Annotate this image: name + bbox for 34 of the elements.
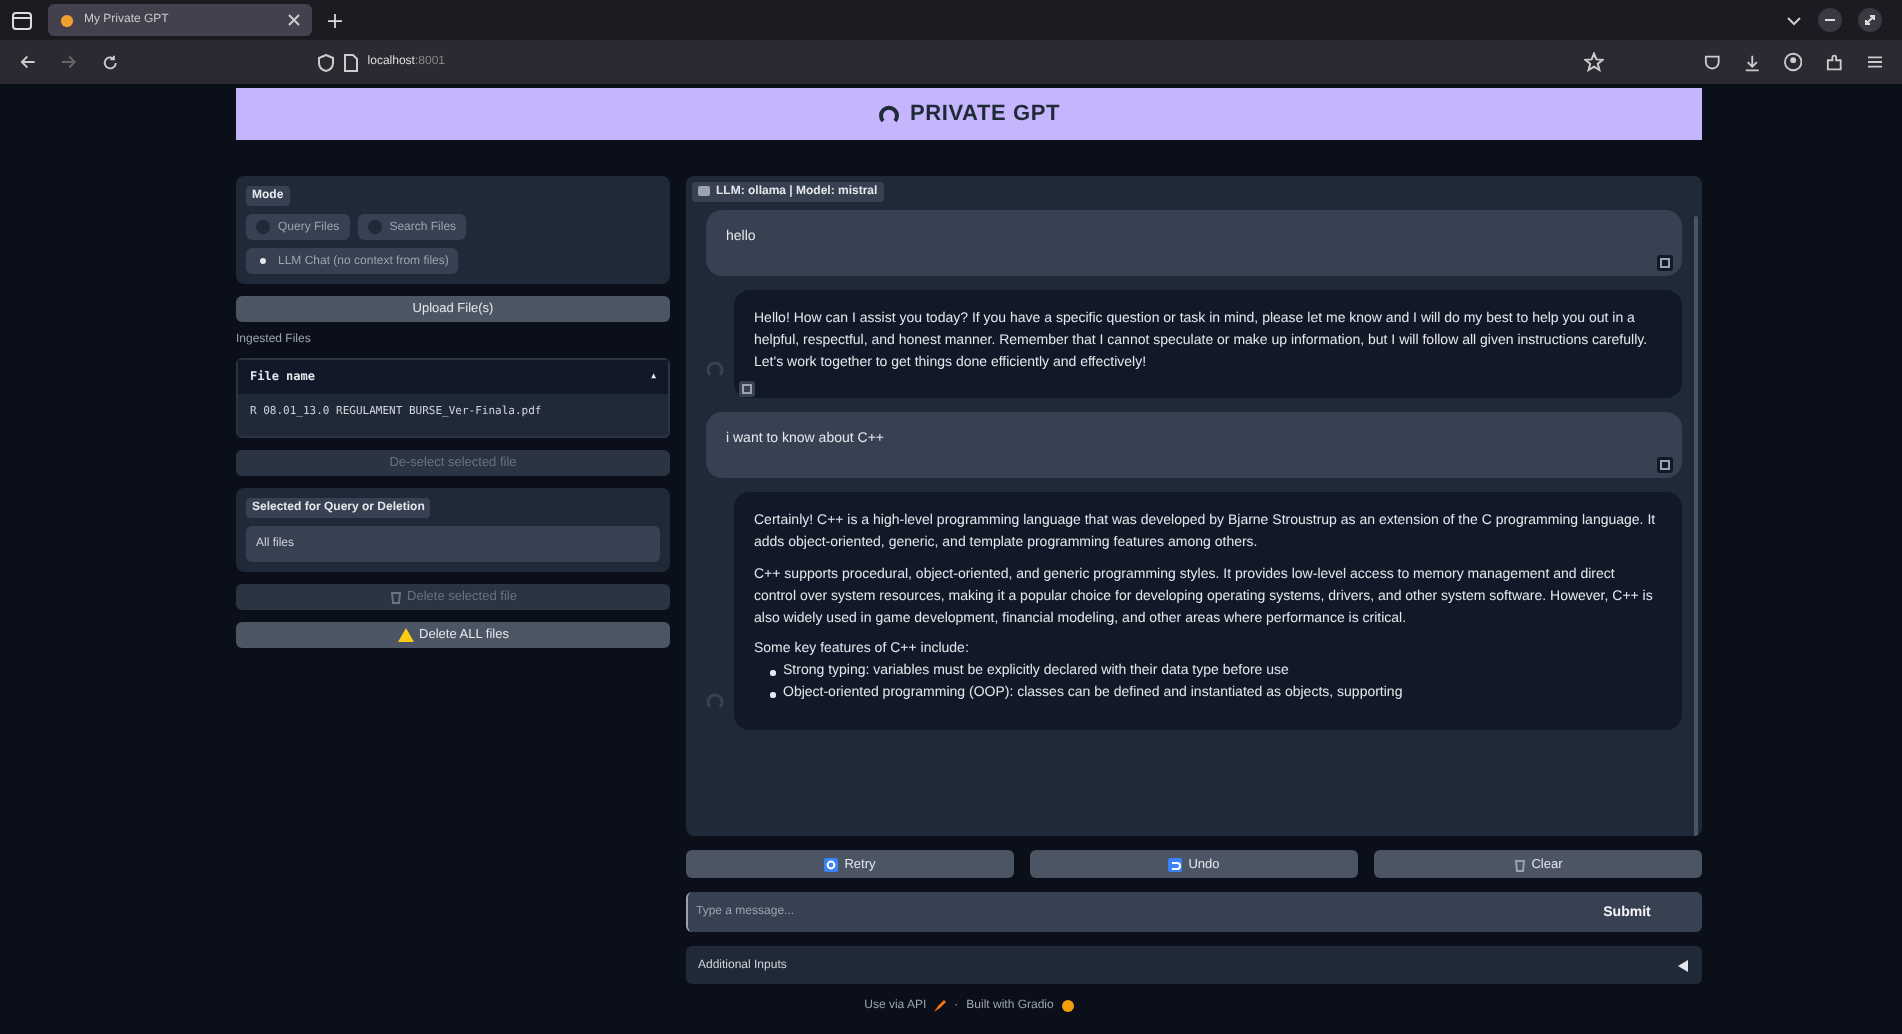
account-icon[interactable] — [1784, 52, 1803, 72]
retry-icon — [824, 857, 839, 871]
back-icon[interactable] — [20, 54, 37, 70]
caret-icon — [1676, 959, 1688, 971]
copy-icon[interactable] — [1656, 253, 1674, 272]
trash-icon — [1513, 857, 1526, 871]
close-icon[interactable] — [288, 14, 300, 26]
warning-icon — [397, 628, 414, 642]
shield-icon — [317, 53, 334, 71]
favicon-icon — [60, 13, 74, 27]
undo-icon — [1168, 857, 1183, 871]
rocket-icon — [934, 1000, 947, 1012]
copy-icon[interactable] — [1656, 456, 1674, 475]
minimize-icon[interactable] — [1818, 8, 1842, 32]
star-icon[interactable] — [1583, 52, 1604, 72]
avatar-icon — [706, 691, 724, 710]
tab-list-icon[interactable] — [12, 11, 32, 29]
page-icon — [343, 53, 358, 71]
chevron-down-icon[interactable] — [1786, 15, 1802, 25]
download-icon[interactable] — [1743, 53, 1761, 71]
forward-icon[interactable] — [60, 54, 78, 70]
menu-icon[interactable] — [1867, 54, 1882, 70]
restore-icon[interactable] — [1858, 8, 1882, 32]
avatar-icon — [706, 360, 724, 379]
chat-icon — [698, 186, 710, 198]
copy-icon[interactable] — [738, 380, 756, 399]
extensions-icon[interactable] — [1826, 53, 1844, 71]
gradio-logo-icon — [1061, 1000, 1074, 1012]
logo-icon — [877, 103, 900, 125]
trash-icon — [389, 590, 402, 604]
pocket-icon[interactable] — [1703, 53, 1720, 71]
reload-icon[interactable] — [101, 53, 118, 71]
header-title: PRIVATE GPT — [909, 102, 1060, 126]
new-tab-icon[interactable] — [328, 13, 342, 27]
